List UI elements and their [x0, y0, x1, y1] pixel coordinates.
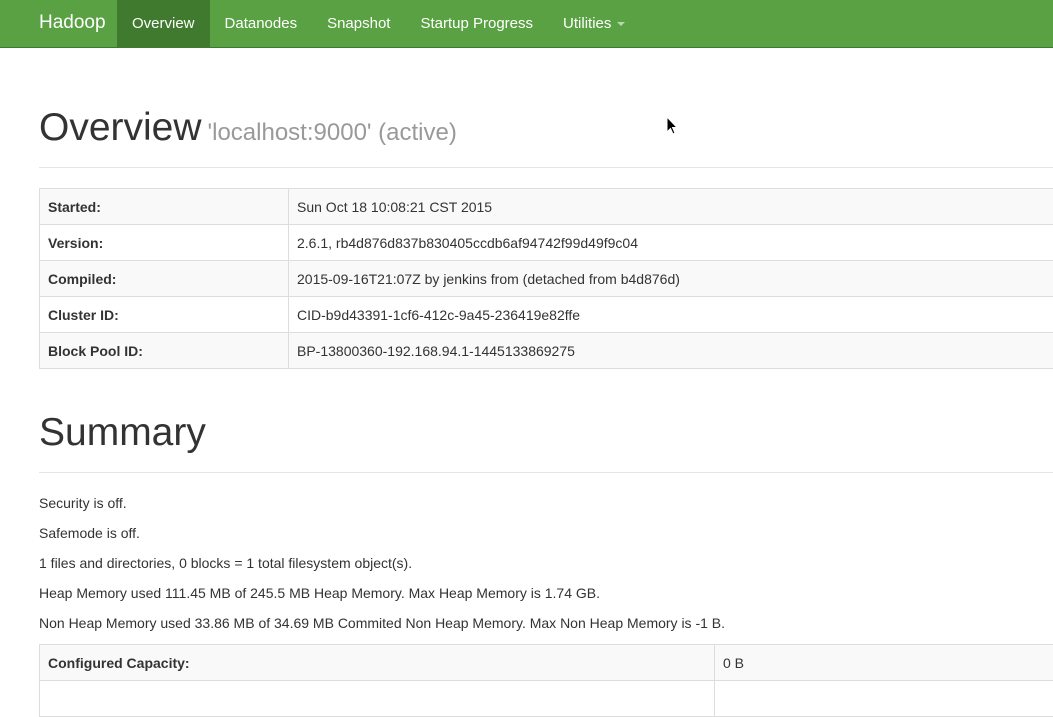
summary-header: Summary: [39, 411, 1053, 473]
page-title: Overview'localhost:9000' (active): [39, 106, 1053, 150]
summary-title: Summary: [39, 411, 1053, 455]
table-row: Cluster ID: CID-b9d43391-1cf6-412c-9a45-…: [40, 297, 1053, 333]
summary-safemode: Safemode is off.: [39, 525, 140, 541]
row-label-next: [40, 681, 715, 717]
row-value-started: Sun Oct 18 10:08:21 CST 2015: [289, 189, 1053, 225]
row-label-configured-capacity: Configured Capacity:: [40, 645, 715, 681]
row-label-block-pool-id: Block Pool ID:: [40, 333, 289, 369]
mouse-pointer-icon: [666, 116, 680, 138]
summary-heap-memory: Heap Memory used 111.45 MB of 245.5 MB H…: [39, 585, 600, 601]
row-value-configured-capacity: 0 B: [715, 645, 1053, 681]
row-label-cluster-id: Cluster ID:: [40, 297, 289, 333]
summary-non-heap-memory: Non Heap Memory used 33.86 MB of 34.69 M…: [39, 615, 725, 631]
nav-item-startup-progress[interactable]: Startup Progress: [405, 0, 548, 47]
summary-filesystem-objects: 1 files and directories, 0 blocks = 1 to…: [39, 555, 412, 571]
overview-table: Started: Sun Oct 18 10:08:21 CST 2015 Ve…: [39, 188, 1053, 369]
row-label-compiled: Compiled:: [40, 261, 289, 297]
row-label-version: Version:: [40, 225, 289, 261]
row-value-cluster-id: CID-b9d43391-1cf6-412c-9a45-236419e82ffe: [289, 297, 1053, 333]
table-row: [40, 681, 1053, 717]
brand-link[interactable]: Hadoop: [39, 12, 106, 34]
nav-item-overview[interactable]: Overview: [117, 0, 210, 47]
table-row: Version: 2.6.1, rb4d876d837b830405ccdb6a…: [40, 225, 1053, 261]
row-value-block-pool-id: BP-13800360-192.168.94.1-1445133869275: [289, 333, 1053, 369]
table-row: Started: Sun Oct 18 10:08:21 CST 2015: [40, 189, 1053, 225]
overview-header: Overview'localhost:9000' (active): [39, 106, 1053, 168]
nav-item-snapshot[interactable]: Snapshot: [312, 0, 405, 47]
nav-menu: Overview Datanodes Snapshot Startup Prog…: [117, 0, 640, 47]
nav-item-datanodes[interactable]: Datanodes: [210, 0, 313, 47]
row-value-version: 2.6.1, rb4d876d837b830405ccdb6af94742f99…: [289, 225, 1053, 261]
row-value-compiled: 2015-09-16T21:07Z by jenkins from (detac…: [289, 261, 1053, 297]
row-value-next: [715, 681, 1053, 717]
overview-subtitle: 'localhost:9000' (active): [208, 119, 457, 146]
top-navbar: Hadoop Overview Datanodes Snapshot Start…: [0, 0, 1053, 48]
nav-item-utilities[interactable]: Utilities: [548, 0, 640, 47]
nav-item-utilities-label: Utilities: [563, 15, 611, 32]
summary-table: Configured Capacity: 0 B: [39, 644, 1053, 717]
overview-title: Overview: [39, 106, 202, 149]
caret-down-icon: [617, 22, 625, 26]
table-row: Configured Capacity: 0 B: [40, 645, 1053, 681]
row-label-started: Started:: [40, 189, 289, 225]
table-row: Compiled: 2015-09-16T21:07Z by jenkins f…: [40, 261, 1053, 297]
table-row: Block Pool ID: BP-13800360-192.168.94.1-…: [40, 333, 1053, 369]
summary-security: Security is off.: [39, 495, 127, 511]
